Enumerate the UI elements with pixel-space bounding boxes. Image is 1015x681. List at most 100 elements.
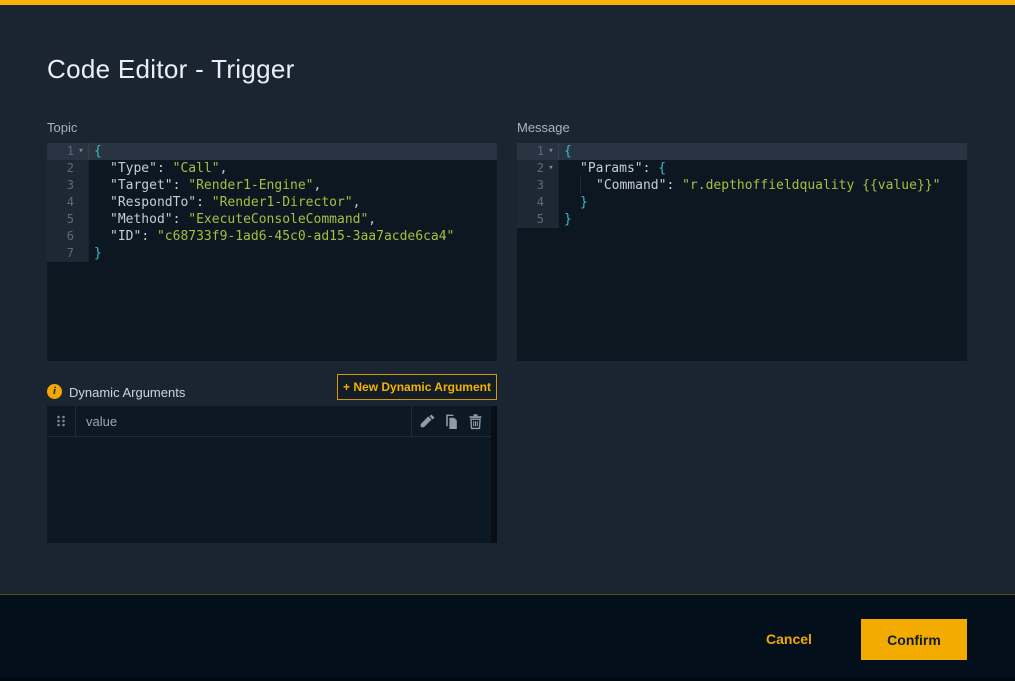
- fold-icon[interactable]: ▾: [74, 143, 88, 160]
- argument-row-actions: [411, 406, 491, 436]
- confirm-button[interactable]: Confirm: [861, 619, 967, 660]
- token-key: "Params": [580, 161, 643, 176]
- token-punct: :: [141, 229, 157, 244]
- token-punct: ,: [220, 161, 228, 176]
- code-line[interactable]: 1▾ {: [47, 143, 497, 160]
- token-punct: :: [666, 178, 682, 193]
- line-number: 6: [67, 228, 74, 245]
- code-text: {: [88, 143, 497, 160]
- accent-top-bar: [0, 0, 1015, 5]
- token-punct: ,: [368, 212, 376, 227]
- line-number: 1: [537, 143, 544, 160]
- fold-icon[interactable]: ▾: [544, 143, 558, 160]
- argument-row[interactable]: value: [47, 406, 491, 437]
- drag-handle-icon[interactable]: [47, 406, 76, 436]
- code-line[interactable]: 2 "Type": "Call",: [47, 160, 497, 177]
- topic-code-editor[interactable]: 1▾ {2 "Type": "Call", 3 "Target": "Render1-E…: [47, 143, 497, 361]
- fold-icon[interactable]: ▾: [544, 160, 558, 177]
- page-title: Code Editor - Trigger: [47, 54, 295, 85]
- line-number: 7: [67, 245, 74, 262]
- code-text: "RespondTo": "Render1-Director",: [88, 194, 497, 211]
- gutter-cell: 5: [47, 211, 88, 228]
- cancel-button[interactable]: Cancel: [757, 626, 821, 652]
- gutter-cell: 4: [47, 194, 88, 211]
- line-number: 1: [67, 143, 74, 160]
- line-number: 3: [67, 177, 74, 194]
- gutter-cell: 5: [517, 211, 558, 228]
- token-str: "Render1-Engine": [188, 178, 313, 193]
- line-number: 5: [537, 211, 544, 228]
- token-brace: }: [580, 195, 588, 210]
- code-text: "ID": "c68733f9-1ad6-45c0-ad15-3aa7acde6…: [88, 228, 497, 245]
- indent: [564, 177, 580, 194]
- code-text: }: [88, 245, 497, 262]
- indent: [94, 194, 110, 211]
- code-text: {: [558, 143, 967, 160]
- token-punct: ,: [353, 195, 361, 210]
- code-text: "Target": "Render1-Engine",: [88, 177, 497, 194]
- line-number: 5: [67, 211, 74, 228]
- gutter-cell: 4: [517, 194, 558, 211]
- delete-icon[interactable]: [467, 413, 484, 430]
- gutter-cell: 1▾: [47, 143, 88, 160]
- gutter-cell: 1▾: [517, 143, 558, 160]
- code-line[interactable]: 5}: [517, 211, 967, 228]
- line-number: 4: [537, 194, 544, 211]
- code-line[interactable]: 5 "Method": "ExecuteConsoleCommand",: [47, 211, 497, 228]
- gutter-cell: 6: [47, 228, 88, 245]
- gutter-cell: 2▾: [517, 160, 558, 177]
- token-brace: {: [564, 144, 572, 159]
- token-brace: }: [94, 246, 102, 261]
- token-punct: :: [196, 195, 212, 210]
- indent: [580, 177, 596, 194]
- code-line[interactable]: 6 "ID": "c68733f9-1ad6-45c0-ad15-3aa7acde…: [47, 228, 497, 245]
- line-number: 3: [537, 177, 544, 194]
- indent: [94, 211, 110, 228]
- token-punct: :: [173, 212, 189, 227]
- code-line[interactable]: 1▾ {: [517, 143, 967, 160]
- copy-icon[interactable]: [443, 413, 460, 430]
- indent: [94, 177, 110, 194]
- message-code-editor[interactable]: 1▾{2▾"Params": {3"Command": "r.depthoffi…: [517, 143, 967, 361]
- code-text: }: [558, 211, 967, 228]
- line-number: 2: [537, 160, 544, 177]
- info-icon: i: [47, 384, 62, 399]
- token-str: "ExecuteConsoleCommand": [188, 212, 368, 227]
- edit-icon[interactable]: [419, 413, 436, 430]
- dynamic-arguments-panel: value: [47, 406, 497, 543]
- code-text: "Type": "Call",: [88, 160, 497, 177]
- token-key: "Type": [110, 161, 157, 176]
- new-dynamic-argument-button[interactable]: + New Dynamic Argument: [337, 374, 497, 400]
- code-line[interactable]: 3"Command": "r.depthoffieldquality {{val…: [517, 177, 967, 194]
- code-text: "Method": "ExecuteConsoleCommand",: [88, 211, 497, 228]
- code-line[interactable]: 3 "Target": "Render1-Engine",: [47, 177, 497, 194]
- topic-editor-label: Topic: [47, 120, 77, 135]
- token-str: "c68733f9-1ad6-45c0-ad15-3aa7acde6ca4": [157, 229, 454, 244]
- token-punct: :: [173, 178, 189, 193]
- gutter-cell: 7: [47, 245, 88, 262]
- code-line[interactable]: 4"RespondTo": "Render1-Director",: [47, 194, 497, 211]
- indent: [564, 194, 580, 211]
- message-editor-label: Message: [517, 120, 570, 135]
- token-brace: {: [94, 144, 102, 159]
- gutter-cell: 2: [47, 160, 88, 177]
- code-line[interactable]: 7}: [47, 245, 497, 262]
- code-text: "Params": {: [558, 160, 967, 177]
- dynamic-arguments-heading: Dynamic Arguments: [69, 385, 185, 400]
- code-line[interactable]: 2▾"Params": {: [517, 160, 967, 177]
- token-punct: :: [643, 161, 659, 176]
- token-brace: }: [564, 212, 572, 227]
- panel-scrollbar[interactable]: [491, 406, 497, 543]
- indent: [94, 228, 110, 245]
- token-key: "Method": [110, 212, 173, 227]
- token-punct: ,: [314, 178, 322, 193]
- code-text: }: [558, 194, 967, 211]
- gutter-cell: 3: [517, 177, 558, 194]
- token-punct: :: [157, 161, 173, 176]
- token-key: "ID": [110, 229, 141, 244]
- token-str: "Render1-Director": [212, 195, 353, 210]
- token-str: "Call": [173, 161, 220, 176]
- code-line[interactable]: 4}: [517, 194, 967, 211]
- line-number: 2: [67, 160, 74, 177]
- token-brace: {: [658, 161, 666, 176]
